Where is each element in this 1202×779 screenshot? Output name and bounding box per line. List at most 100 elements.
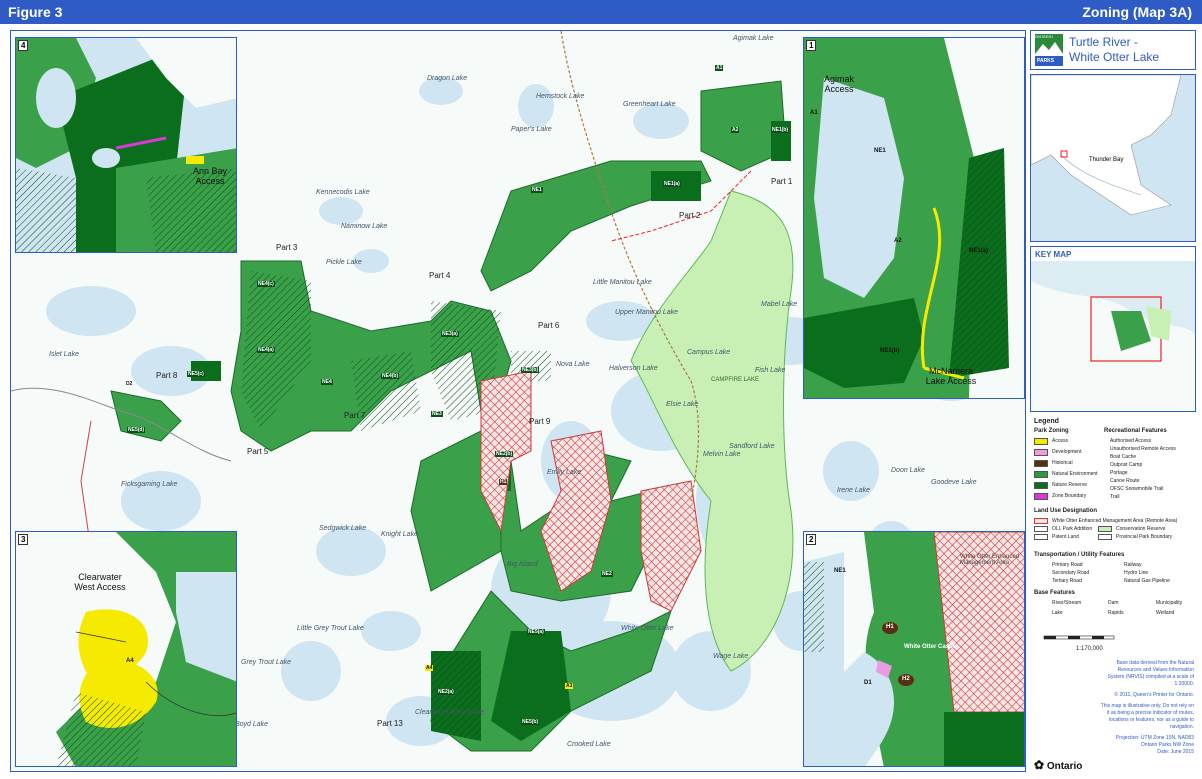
zone-label[interactable]: NE2(a) — [437, 689, 455, 695]
legend-item: River/Stream — [1052, 600, 1082, 606]
brand-panel: ONTARIO PARKS Turtle River - White Otter… — [1030, 30, 1196, 70]
lake-label: Islet Lake — [49, 351, 79, 358]
ontario-brand-text: Ontario — [1046, 761, 1083, 772]
lake-label: Emily Lake — [547, 469, 582, 476]
legend-item: Conservation Reserve — [1116, 526, 1166, 532]
key-map-panel[interactable]: KEY MAP — [1030, 246, 1196, 412]
legend-item: Lake — [1052, 610, 1063, 616]
credit-text: This map is illustrative only. Do not re… — [1100, 703, 1194, 730]
clearwater-access-label: Clearwater West Access — [74, 572, 126, 592]
locator-map[interactable]: Thunder Bay — [1030, 74, 1196, 242]
lake-label: Kennecodis Lake — [316, 189, 370, 196]
zone-label[interactable]: NE3 — [431, 411, 443, 417]
inset-map-1[interactable]: 1 Agimak Access McNamera Lake Access A1 … — [803, 37, 1025, 399]
legend-item: Natural Environment — [1052, 471, 1098, 477]
key-map-canvas — [1031, 261, 1195, 411]
trillium-icon: ✿ — [1034, 758, 1045, 772]
zone-label[interactable]: H1 — [499, 479, 508, 485]
lake-label: Sedgwick Lake — [319, 525, 367, 532]
map-figure: Figure 3 Zoning (Map 3A) Part 1 Part 2 P… — [0, 0, 1202, 779]
lake-label: Grey Trout Lake — [241, 659, 292, 666]
zone-label[interactable]: NE3(a) — [441, 331, 459, 337]
legend-item: Portage — [1110, 470, 1128, 476]
legend-item: White Otter Enhanced Management Area (Re… — [1052, 518, 1178, 524]
lake-label: Irene Lake — [837, 487, 871, 494]
legend-item: Zone Boundary — [1052, 493, 1087, 499]
zone-label[interactable]: NE4 — [321, 379, 333, 385]
inset-number: 3 — [18, 534, 29, 545]
legend-item: Primary Road — [1052, 562, 1083, 568]
inset-map-2[interactable]: 2 White Otter Enhanced Management Area W… — [803, 531, 1025, 767]
lake-label: Big Island — [507, 561, 538, 568]
recreational-title: Recreational Features — [1104, 428, 1167, 434]
inset-zone-label: NE1 — [874, 148, 886, 154]
legend-swatch — [1034, 449, 1048, 456]
zone-label[interactable]: A3 — [565, 683, 574, 689]
lake-label: Pickle Lake — [326, 259, 362, 266]
ontario-wordmark: ✿ Ontario — [1034, 758, 1082, 772]
legend-swatch — [1098, 534, 1112, 540]
lake-label: Ficksgaming Lake — [121, 481, 178, 488]
inset-map-4[interactable]: 4 Ann Bay Access — [15, 37, 237, 253]
inset-number: 2 — [806, 534, 817, 545]
inset-zone-label: A2 — [894, 238, 902, 244]
zone-label[interactable]: NE5(b) — [521, 719, 540, 725]
zone-label[interactable]: NE2 — [601, 571, 613, 577]
inset-4-canvas — [16, 38, 236, 252]
credit-text: Projection: UTM Zone 15N, NAD83 — [1115, 735, 1194, 741]
lake-label: Melvin Lake — [703, 451, 741, 458]
legend-item: Municipality — [1156, 600, 1183, 606]
map-credits: Base data derived from the Natural Resou… — [1100, 660, 1194, 756]
part-label: Part 6 — [538, 321, 560, 330]
legend-item: Boat Cache — [1110, 454, 1137, 460]
campfire-lake-label: CAMPFIRE LAKE — [711, 377, 760, 383]
land-use-title: Land Use Designation — [1034, 508, 1098, 514]
zone-label[interactable]: NE5(a) — [527, 629, 545, 635]
main-map[interactable]: Part 1 Part 2 Part 3 Part 4 Part 5 Part … — [10, 30, 1026, 772]
legend-swatch — [1034, 526, 1048, 532]
inset-number: 1 — [806, 40, 817, 51]
scale-bar-graphic — [1043, 635, 1115, 640]
credit-text: © 2011, Queen's Printer for Ontario. — [1114, 692, 1194, 698]
legend-swatch — [1034, 460, 1048, 467]
zone-label[interactable]: A4 — [425, 665, 434, 671]
title-bar: Figure 3 Zoning (Map 3A) — [0, 0, 1202, 24]
lake-label: Agimak Lake — [733, 35, 774, 42]
zone-label[interactable]: NE5(c) — [187, 371, 205, 377]
figure-label: Figure 3 — [8, 4, 63, 20]
legend-swatch — [1034, 518, 1048, 524]
lake-label: Nova Lake — [556, 361, 590, 368]
legend-title: Legend — [1034, 418, 1059, 425]
map-title: Zoning (Map 3A) — [1082, 4, 1192, 20]
logo-parks-word: PARKS — [1037, 58, 1055, 64]
zone-label[interactable]: NE2(b) — [495, 451, 514, 457]
zone-label[interactable]: NE4(b) — [381, 373, 400, 379]
zone-label[interactable]: NE1(a) — [663, 181, 681, 187]
lake-label: Dragon Lake — [427, 75, 468, 82]
white-otter-castle-label: White Otter Castle — [904, 644, 957, 650]
inset-zone-label: NE1(a) — [969, 248, 989, 254]
part-label: Part 9 — [529, 417, 551, 426]
legend-swatch — [1034, 534, 1048, 540]
zone-label[interactable]: NE3(b) — [521, 367, 540, 373]
zone-label[interactable]: NE1(b) — [771, 127, 790, 133]
credit-text: Base data derived from the Natural Resou… — [1107, 660, 1194, 687]
legend-swatch — [1034, 493, 1048, 500]
zone-label[interactable]: NE1 — [531, 187, 543, 193]
legend-item: Dam — [1108, 600, 1119, 606]
zone-label[interactable]: NE4(c) — [257, 281, 275, 287]
zone-label[interactable]: A2 — [731, 127, 740, 133]
lake-label: Campus Lake — [687, 349, 731, 356]
mcnamera-access-label: McNamera Lake Access — [925, 366, 977, 386]
lake-label: Fish Lake — [755, 367, 786, 374]
zone-label[interactable]: A1 — [715, 65, 724, 71]
zone-label[interactable]: D2 — [125, 381, 134, 387]
zone-label[interactable]: NE5(d) — [127, 427, 146, 433]
lake-label: Naminow Lake — [341, 223, 388, 230]
inset-map-3[interactable]: 3 Clearwater West Access A4 — [15, 531, 237, 767]
legend-item: Nature Reserve — [1052, 482, 1088, 488]
inset-zone-label: A1 — [810, 110, 818, 116]
inset-zone-label: A4 — [126, 658, 134, 664]
zone-label[interactable]: NE4(a) — [257, 347, 275, 353]
legend-item: Tertiary Road — [1052, 578, 1082, 584]
